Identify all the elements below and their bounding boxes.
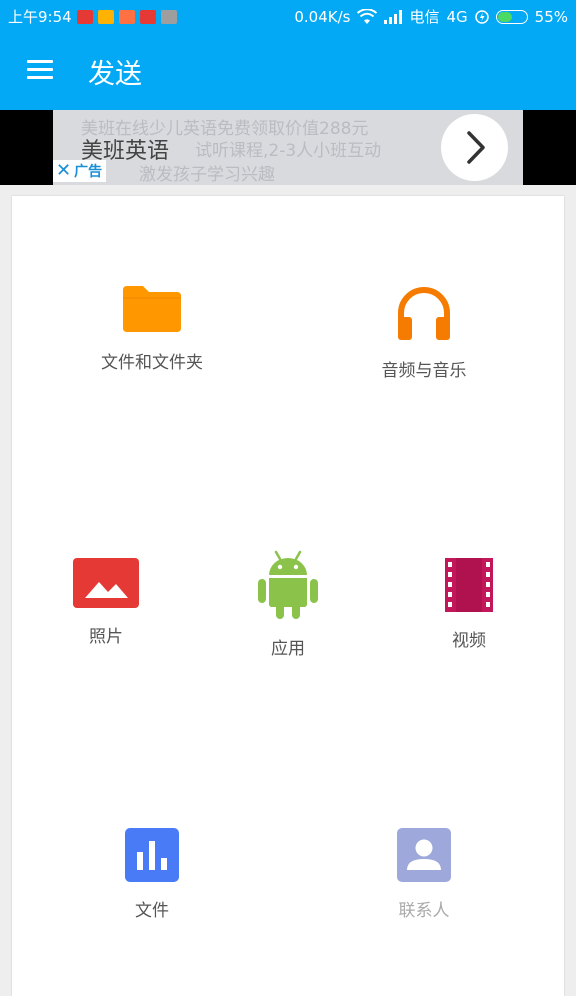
category-photos[interactable]: 照片	[6, 558, 206, 647]
category-label: 联系人	[398, 901, 450, 921]
news-app-icon	[139, 9, 156, 24]
battery-percent: 55%	[534, 7, 568, 26]
film-icon	[445, 558, 493, 612]
signal-icon	[384, 9, 403, 24]
page-title: 发送	[88, 59, 142, 90]
category-documents[interactable]: 文件	[52, 828, 252, 921]
hamburger-menu-icon[interactable]	[22, 54, 58, 86]
wifi-icon	[357, 8, 378, 24]
folder-icon	[123, 286, 181, 332]
ad-arrow-button[interactable]	[441, 114, 508, 181]
battery-icon	[495, 9, 528, 24]
network-type: 4G	[446, 7, 468, 26]
ad-banner[interactable]: 美班在线少儿英语免费领取价值288元 试听课程,2-3人小班互动 激发孩子学习兴…	[53, 110, 523, 185]
category-label: 音频与音乐	[381, 361, 467, 381]
charging-icon	[474, 9, 489, 24]
app-bar: 发送	[0, 30, 576, 110]
close-icon[interactable]: ✕	[56, 162, 71, 180]
message-app-icon	[97, 9, 114, 24]
category-files-folders[interactable]: 文件和文件夹	[52, 284, 252, 373]
ad-tag-label: 广告	[74, 164, 103, 180]
category-contacts[interactable]: 联系人	[324, 828, 524, 921]
status-bar-right: 0.04K/s 电信 4G 55%	[294, 6, 568, 27]
image-icon	[73, 558, 139, 608]
headphones-icon	[398, 287, 450, 340]
news-app-icon	[76, 9, 93, 24]
contact-icon	[397, 828, 451, 882]
category-videos[interactable]: 视频	[369, 558, 569, 651]
status-time: 上午9:54	[8, 8, 72, 26]
ad-banner-container: 美班在线少儿英语免费领取价值288元 试听课程,2-3人小班互动 激发孩子学习兴…	[0, 110, 576, 185]
network-speed: 0.04K/s	[294, 7, 351, 26]
battery-level-fill	[497, 11, 512, 22]
android-icon	[258, 550, 318, 619]
category-label: 文件	[135, 901, 169, 921]
game-app-icon	[118, 9, 135, 24]
category-label: 视频	[452, 631, 486, 651]
category-label: 应用	[271, 639, 305, 659]
status-bar-left: 上午9:54	[8, 6, 177, 27]
ad-text-line-2: 试听课程,2-3人小班互动	[195, 141, 382, 161]
send-category-card: 文件和文件夹 音频与音乐 照片 应用 视频 文件 联系人	[12, 196, 564, 996]
category-audio-music[interactable]: 音频与音乐	[324, 284, 524, 381]
category-label: 文件和文件夹	[101, 353, 203, 373]
category-apps[interactable]: 应用	[188, 548, 388, 659]
bar-chart-icon	[125, 828, 179, 882]
ad-close-tag[interactable]: ✕ 广告	[53, 160, 107, 182]
status-bar: 上午9:54 0.04K/s 电信 4G 55%	[0, 0, 576, 30]
notice-app-icon	[160, 9, 177, 24]
category-label: 照片	[89, 627, 123, 647]
carrier-label: 电信	[409, 8, 440, 26]
chevron-right-icon	[467, 131, 485, 164]
